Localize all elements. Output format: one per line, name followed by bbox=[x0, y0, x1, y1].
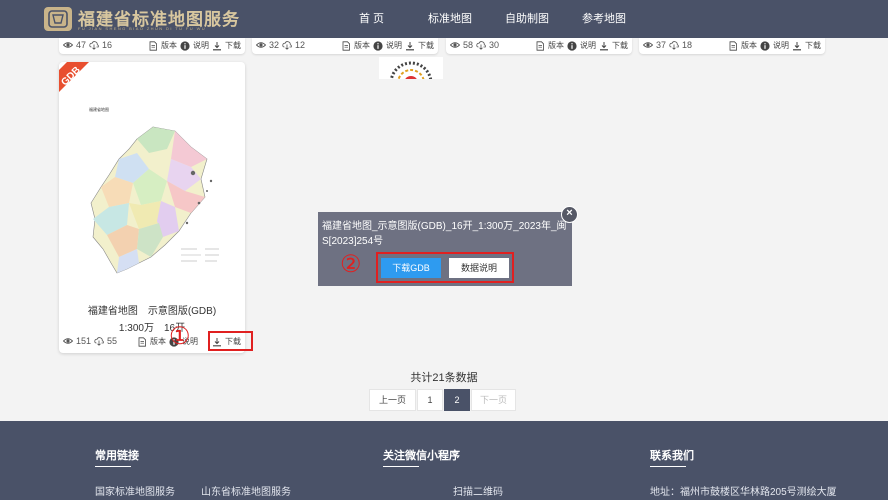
eye-icon bbox=[63, 40, 73, 50]
nav-self-mapping[interactable]: 自助制图 bbox=[505, 0, 549, 38]
version-link[interactable]: 版本 bbox=[548, 40, 564, 51]
qr-code-icon bbox=[379, 57, 443, 79]
download-link[interactable]: 下载 bbox=[805, 40, 821, 51]
download-link[interactable]: 下载 bbox=[612, 40, 628, 51]
close-icon[interactable]: × bbox=[561, 206, 578, 223]
site-subtitle: FU JIAN SHENG BIAO ZHUN DI TU FU WU bbox=[78, 26, 207, 31]
map-card-footer: 58 30 版本 说明 下载 bbox=[446, 38, 632, 54]
info-icon bbox=[180, 40, 190, 51]
prev-page-button[interactable]: 上一页 bbox=[369, 389, 416, 411]
popup-description: 福建省地图_示意图版(GDB)_16开_1:300万_2023年_闽S[2023… bbox=[322, 221, 567, 247]
info-icon bbox=[760, 40, 770, 51]
total-count: 共计21条数据 bbox=[410, 372, 478, 384]
explain-link[interactable]: 说明 bbox=[386, 40, 402, 51]
cloud-download-icon bbox=[89, 40, 99, 50]
card-actions: 版本 说明 下载 bbox=[148, 40, 241, 51]
nav-home[interactable]: 首 页 bbox=[359, 0, 384, 38]
cloud-download-icon bbox=[282, 40, 292, 50]
contact-title: 联系我们 bbox=[650, 450, 694, 462]
next-page-button[interactable]: 下一页 bbox=[471, 389, 516, 411]
links-title: 常用链接 bbox=[95, 450, 139, 462]
top-header: 福建省标准地图服务 FU JIAN SHENG BIAO ZHUN DI TU … bbox=[0, 0, 888, 38]
eye-icon bbox=[63, 336, 73, 346]
map-card[interactable]: GDB 福建省地图 福建省地图 示意图版(GDB) 1:300万 16开 151… bbox=[59, 62, 245, 353]
card-actions: 版本 说明 下载 bbox=[535, 40, 628, 51]
map-thumbnail-title: 福建省地图 bbox=[89, 107, 109, 112]
footer-link-national[interactable]: 国家标准地图服务 bbox=[95, 483, 175, 498]
nav-reference-map[interactable]: 参考地图 bbox=[582, 0, 626, 38]
card-actions: 版本 说明 下载 bbox=[341, 40, 434, 51]
footer-link-shandong[interactable]: 山东省标准地图服务 bbox=[201, 483, 291, 498]
site-footer: 常用链接 国家标准地图服务 山东省标准地图服务 关注微信小程序 扫描二维码 联系… bbox=[0, 421, 888, 500]
explain-link[interactable]: 说明 bbox=[580, 40, 596, 51]
download-icon bbox=[405, 41, 415, 51]
scan-qr-text: 扫描二维码 bbox=[453, 487, 503, 498]
download-icon bbox=[792, 41, 802, 51]
view-count: 151 55 bbox=[63, 336, 117, 346]
version-link[interactable]: 版本 bbox=[161, 40, 177, 51]
wechat-divider bbox=[383, 466, 419, 467]
document-icon bbox=[137, 336, 147, 347]
card-actions: 版本 说明 下载 bbox=[728, 40, 821, 51]
map-card-footer: 37 18 版本 说明 下载 bbox=[639, 38, 825, 54]
page-2-button[interactable]: 2 bbox=[444, 389, 470, 411]
nav-standard-map[interactable]: 标准地图 bbox=[428, 0, 472, 38]
eye-icon bbox=[643, 40, 653, 50]
info-icon bbox=[567, 40, 577, 51]
map-card-title[interactable]: 福建省地图 示意图版(GDB) bbox=[59, 302, 245, 317]
map-card-footer: 32 12 版本 说明 下载 bbox=[252, 38, 438, 54]
version-link[interactable]: 版本 bbox=[150, 336, 166, 347]
document-icon bbox=[148, 40, 158, 51]
contact-address: 地址：福州市鼓楼区华林路205号测绘大厦 bbox=[650, 487, 837, 498]
view-count: 58 30 bbox=[450, 40, 499, 50]
map-thumbnail[interactable]: 福建省地图 bbox=[79, 97, 227, 322]
document-icon bbox=[535, 40, 545, 51]
download-gdb-button[interactable]: 下载GDB bbox=[381, 258, 441, 278]
cloud-download-icon bbox=[94, 336, 104, 346]
view-count: 32 12 bbox=[256, 40, 305, 50]
document-icon bbox=[728, 40, 738, 51]
download-icon bbox=[599, 41, 609, 51]
site-logo-icon[interactable] bbox=[44, 7, 72, 31]
view-count: 37 18 bbox=[643, 40, 692, 50]
page-1-button[interactable]: 1 bbox=[417, 389, 443, 411]
eye-icon bbox=[450, 40, 460, 50]
document-icon bbox=[341, 40, 351, 51]
wechat-title: 关注微信小程序 bbox=[383, 450, 460, 462]
cloud-download-icon bbox=[476, 40, 486, 50]
map-card-footer: 47 16 版本 说明 下载 bbox=[59, 38, 245, 54]
explain-link[interactable]: 说明 bbox=[193, 40, 209, 51]
explain-link[interactable]: 说明 bbox=[773, 40, 789, 51]
step-1-marker: ① bbox=[169, 322, 191, 350]
version-link[interactable]: 版本 bbox=[741, 40, 757, 51]
view-count: 47 16 bbox=[63, 40, 112, 50]
data-explain-button[interactable]: 数据说明 bbox=[449, 258, 509, 278]
contact-divider bbox=[650, 466, 686, 467]
cloud-download-icon bbox=[669, 40, 679, 50]
info-icon bbox=[373, 40, 383, 51]
eye-icon bbox=[256, 40, 266, 50]
download-link[interactable]: 下载 bbox=[225, 40, 241, 51]
links-divider bbox=[95, 466, 131, 467]
download-highlight-box bbox=[208, 331, 253, 351]
download-icon bbox=[212, 41, 222, 51]
version-link[interactable]: 版本 bbox=[354, 40, 370, 51]
download-link[interactable]: 下载 bbox=[418, 40, 434, 51]
step-2-marker: ② bbox=[340, 250, 362, 278]
